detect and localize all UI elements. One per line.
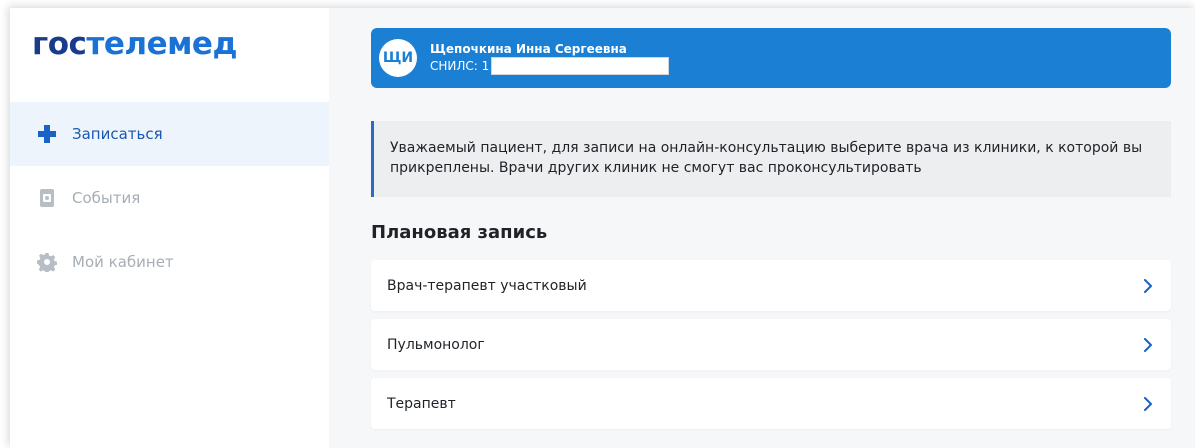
logo-part1: гос xyxy=(32,26,87,62)
sidebar-item-label: События xyxy=(72,189,141,207)
sidebar-item-events[interactable]: События xyxy=(10,166,329,230)
plus-icon xyxy=(36,123,58,145)
snils-redacted xyxy=(491,57,670,75)
avatar: ЩИ xyxy=(379,39,417,77)
patient-card[interactable]: ЩИ Щепочкина Инна Сергеевна СНИЛС: 1 xyxy=(371,28,1171,88)
chevron-right-icon xyxy=(1141,278,1155,293)
specialist-item-district-therapist[interactable]: Врач-терапевт участковый xyxy=(371,260,1171,311)
snils-label: СНИЛС: 1 xyxy=(430,59,490,73)
sidebar-item-cabinet[interactable]: Мой кабинет xyxy=(10,230,329,294)
logo[interactable]: гостелемед xyxy=(32,26,237,62)
chevron-right-icon xyxy=(1141,396,1155,411)
sidebar: гостелемед Записаться События Мой кабине… xyxy=(10,8,329,448)
main-content: ЩИ Щепочкина Инна Сергеевна СНИЛС: 1 Ува… xyxy=(329,8,1195,448)
sidebar-item-signup[interactable]: Записаться xyxy=(10,102,329,166)
sidebar-item-label: Записаться xyxy=(72,125,163,143)
patient-info: Щепочкина Инна Сергеевна СНИЛС: 1 xyxy=(430,41,670,75)
gear-icon xyxy=(36,251,58,273)
specialist-item-therapist[interactable]: Терапевт xyxy=(371,378,1171,429)
notice-text: Уважаемый пациент, для записи на онлайн-… xyxy=(390,140,1143,176)
chevron-right-icon xyxy=(1141,337,1155,352)
patient-name: Щепочкина Инна Сергеевна xyxy=(430,42,627,56)
section-title: Плановая запись xyxy=(371,222,548,243)
patient-snils: СНИЛС: 1 xyxy=(430,57,670,75)
document-icon xyxy=(36,187,58,209)
logo-part2: телемед xyxy=(86,26,237,62)
notice-banner: Уважаемый пациент, для записи на онлайн-… xyxy=(371,121,1171,197)
specialist-label: Терапевт xyxy=(387,395,456,412)
sidebar-item-label: Мой кабинет xyxy=(72,253,174,271)
specialist-label: Пульмонолог xyxy=(387,336,485,353)
specialist-label: Врач-терапевт участковый xyxy=(387,277,587,294)
specialist-item-pulmonologist[interactable]: Пульмонолог xyxy=(371,319,1171,370)
